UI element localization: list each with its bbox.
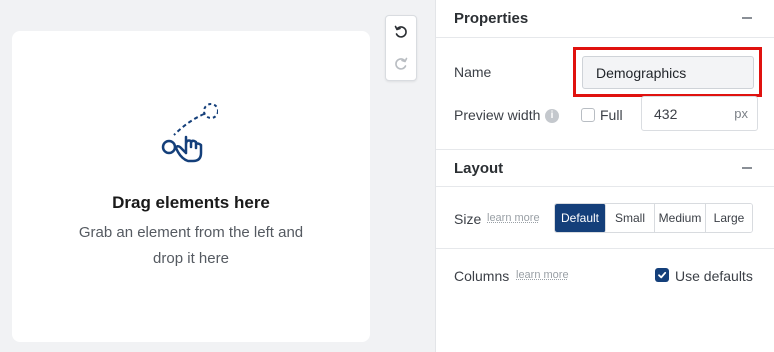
minus-icon[interactable] [742, 167, 752, 169]
columns-learn-more-link[interactable]: learn more [516, 269, 569, 281]
drop-zone-title: Drag elements here [112, 193, 270, 212]
preview-width-label: Preview width [454, 107, 541, 123]
drop-zone-subtitle-line1: Grab an element from the left and [78, 224, 304, 241]
preview-width-value: 432 [654, 106, 678, 122]
drop-zone-subtitle: Grab an element from the left and drop i… [42, 220, 340, 272]
history-toolbar [385, 15, 417, 81]
layout-divider [436, 248, 774, 249]
columns-label: Columns [454, 268, 510, 284]
full-width-checkbox[interactable] [581, 108, 595, 122]
info-icon[interactable]: i [545, 109, 559, 123]
properties-header[interactable]: Properties [436, 0, 774, 38]
size-option-large[interactable]: Large [706, 204, 752, 232]
use-defaults-checkbox[interactable] [655, 268, 669, 282]
preview-width-input[interactable]: 432 px [641, 96, 758, 131]
drop-zone-subtitle-line2: drop it here [153, 250, 229, 267]
full-label: Full [600, 107, 623, 123]
layout-title: Layout [454, 160, 504, 177]
use-defaults-label: Use defaults [675, 268, 753, 284]
layout-header[interactable]: Layout [436, 149, 774, 187]
preview-width-unit: px [734, 106, 748, 121]
properties-panel: Properties Name Preview width i Full 432… [435, 0, 774, 352]
name-field-highlight [573, 47, 762, 97]
minus-icon[interactable] [742, 17, 752, 19]
redo-icon [395, 57, 408, 70]
size-option-small[interactable]: Small [606, 204, 655, 232]
drag-gesture-icon [161, 103, 218, 163]
size-option-medium[interactable]: Medium [655, 204, 706, 232]
size-label: Size [454, 211, 482, 227]
size-segmented-control: Default Small Medium Large [554, 203, 753, 233]
redo-button[interactable] [386, 48, 416, 80]
properties-title: Properties [454, 10, 529, 27]
size-option-default[interactable]: Default [555, 204, 606, 232]
undo-button[interactable] [386, 16, 416, 48]
undo-icon [394, 25, 407, 38]
name-input[interactable] [582, 56, 754, 89]
name-label: Name [454, 64, 492, 80]
size-learn-more-link[interactable]: learn more [487, 212, 540, 224]
check-icon [658, 271, 667, 279]
drop-zone[interactable] [12, 31, 370, 342]
